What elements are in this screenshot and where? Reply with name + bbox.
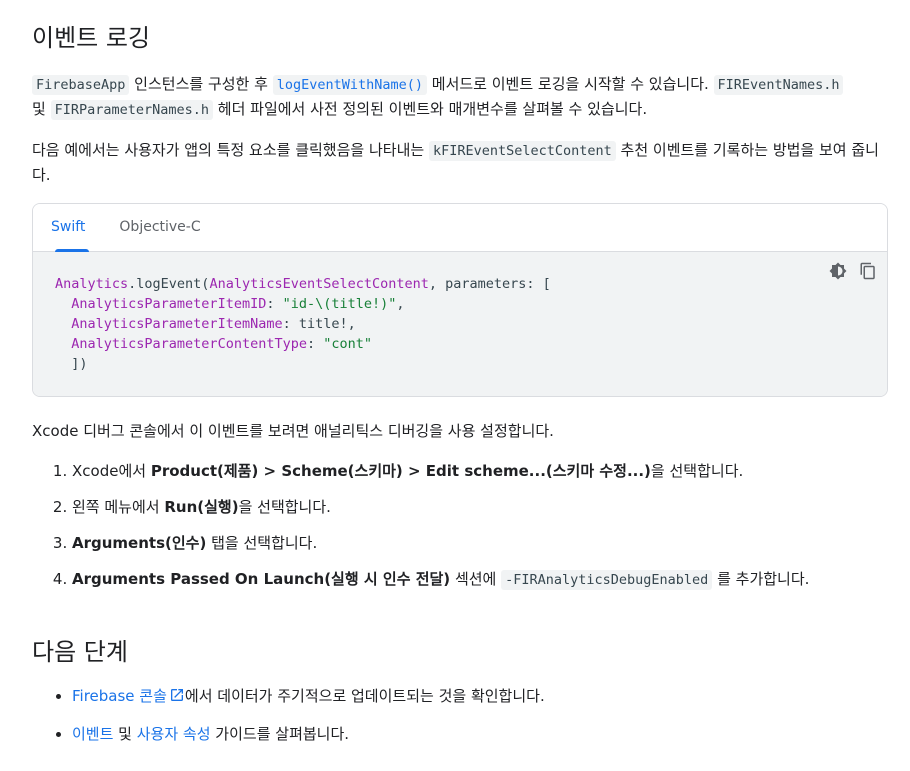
list-item: Arguments Passed On Launch(실행 시 인수 전달) 섹… [72, 567, 888, 592]
inline-code: FIRParameterNames.h [50, 100, 214, 120]
debug-intro: Xcode 디버그 콘솔에서 이 이벤트를 보려면 애널리틱스 디버깅을 사용 … [32, 422, 554, 440]
list-item: Firebase 콘솔에서 데이터가 주기적으로 업데이트되는 것을 확인합니다… [72, 684, 888, 710]
code-block: Swift Objective-C Analytics.logEvent(Ana… [32, 203, 888, 397]
tab-objective-c[interactable]: Objective-C [119, 204, 200, 251]
inline-code: kFIREventSelectContent [428, 141, 616, 161]
example-paragraph: 다음 예에서는 사용자가 앱의 특정 요소를 클릭했음을 나타내는 kFIREv… [32, 141, 879, 184]
theme-toggle-icon[interactable] [827, 260, 849, 282]
user-properties-link[interactable]: 사용자 속성 [137, 725, 211, 743]
section-title-next-steps: 다음 단계 [32, 638, 128, 666]
list-item: 왼쪽 메뉴에서 Run(실행)을 선택합니다. [72, 495, 888, 519]
code-tabs: Swift Objective-C [33, 204, 887, 252]
page: 이벤트 로깅 FirebaseApp 인스턴스를 구성한 후 logEventW… [0, 0, 910, 746]
list-item: 이벤트 및 사용자 속성 가이드를 살펴봅니다. [72, 722, 888, 746]
code-snippet: Analytics.logEvent(AnalyticsEventSelectC… [55, 276, 551, 372]
inline-code: FirebaseApp [32, 75, 130, 95]
next-steps-list: Firebase 콘솔에서 데이터가 주기적으로 업데이트되는 것을 확인합니다… [32, 684, 888, 746]
firebase-console-link[interactable]: Firebase 콘솔 [72, 687, 185, 705]
code-body: Analytics.logEvent(AnalyticsEventSelectC… [33, 252, 887, 396]
intro-paragraph: FirebaseApp 인스턴스를 구성한 후 logEventWithName… [32, 72, 888, 122]
copy-icon[interactable] [857, 260, 879, 282]
inline-code: -FIRAnalyticsDebugEnabled [501, 570, 713, 590]
list-item: Arguments(인수) 탭을 선택합니다. [72, 531, 888, 555]
inline-code: FIREventNames.h [713, 75, 844, 95]
events-link[interactable]: 이벤트 [72, 725, 113, 743]
tab-swift[interactable]: Swift [51, 204, 90, 252]
steps-list: Xcode에서 Product(제품) > Scheme(스키마) > Edit… [32, 459, 888, 592]
list-item: Xcode에서 Product(제품) > Scheme(스키마) > Edit… [72, 459, 888, 483]
code-tools [827, 260, 879, 282]
page-title: 이벤트 로깅 [32, 24, 151, 52]
logeventwithname-link[interactable]: logEventWithName() [272, 75, 427, 95]
external-link-icon [169, 686, 185, 710]
